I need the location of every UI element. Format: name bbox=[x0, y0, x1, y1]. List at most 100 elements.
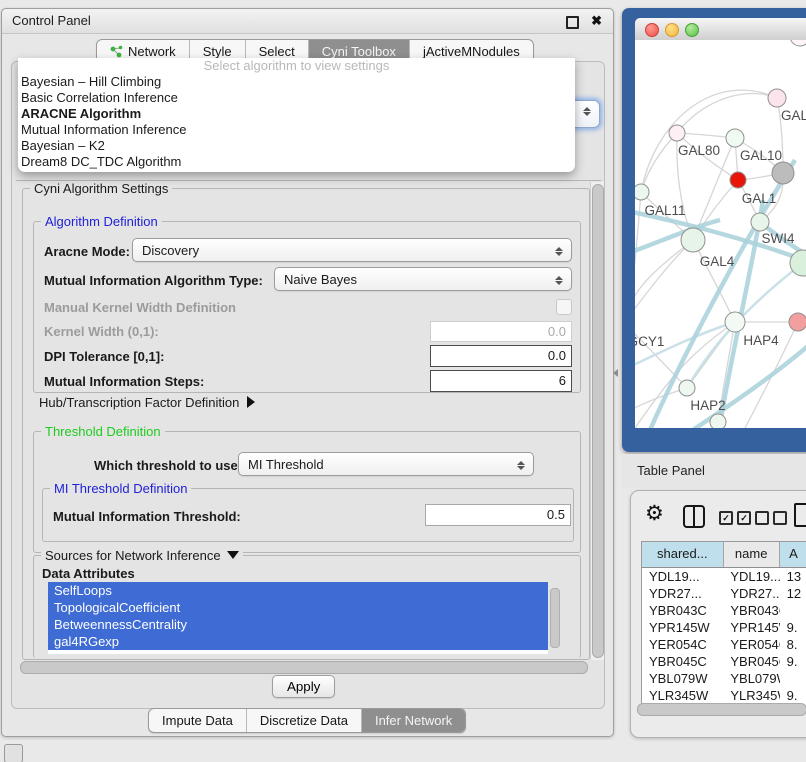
threshold-definition-title: Threshold Definition bbox=[41, 424, 165, 439]
network-node-gal10[interactable] bbox=[726, 129, 744, 147]
node-label: GAL bbox=[781, 108, 806, 123]
column-header[interactable]: name bbox=[724, 542, 780, 567]
network-node-hap2[interactable] bbox=[679, 380, 695, 396]
tab-infer-network[interactable]: Infer Network bbox=[361, 709, 465, 732]
table-cell: 12 bbox=[780, 585, 806, 602]
table-row[interactable]: YBR043CYBR043C bbox=[642, 602, 806, 619]
column-layout-icon[interactable] bbox=[683, 505, 705, 528]
algorithm-option[interactable]: Bayesian – K2 bbox=[18, 138, 575, 154]
export-table-icon[interactable] bbox=[794, 503, 806, 527]
mi-threshold-field[interactable]: 0.5 bbox=[425, 504, 571, 526]
attribute-item[interactable]: gal4RGexp bbox=[48, 633, 548, 650]
algorithm-option[interactable]: Bayesian – Hill Climbing bbox=[18, 74, 575, 90]
table-row[interactable]: YPR145WYPR145W9. bbox=[642, 619, 806, 636]
network-edge[interactable] bbox=[687, 263, 803, 388]
table-window: ⚙ ✓✓ shared...nameA YDL19...YDL19...13YD… bbox=[630, 490, 806, 738]
network-edge[interactable] bbox=[677, 93, 777, 133]
mi-steps-field[interactable]: 6 bbox=[430, 370, 572, 392]
network-node-gal1[interactable] bbox=[730, 172, 746, 188]
zoom-traffic-light[interactable] bbox=[685, 23, 699, 37]
table-cell: YDL19... bbox=[642, 568, 723, 585]
table-row[interactable]: YBL079WYBL079W bbox=[642, 670, 806, 687]
algorithm-option[interactable]: Mutual Information Inference bbox=[18, 122, 575, 138]
network-edge[interactable] bbox=[635, 220, 720, 255]
attribute-list-scrollbar[interactable] bbox=[550, 588, 560, 648]
table-cell: YBL079W bbox=[723, 670, 779, 687]
mi-threshold-group-title: MI Threshold Definition bbox=[50, 481, 191, 496]
network-node[interactable] bbox=[710, 414, 726, 428]
select-all-columns-icon[interactable]: ✓✓ bbox=[719, 511, 751, 525]
table-row[interactable]: YDR27...YDR27...12 bbox=[642, 585, 806, 602]
control-panel-titlebar: Control Panel ✖ bbox=[2, 9, 613, 34]
algorithm-option[interactable]: Dream8 DC_TDC Algorithm bbox=[18, 154, 575, 170]
dropdown-placeholder: Select algorithm to view settings bbox=[18, 58, 575, 74]
tab-discretize-data[interactable]: Discretize Data bbox=[246, 709, 361, 732]
splitter-collapse-icon[interactable] bbox=[613, 369, 618, 377]
node-label: GAL1 bbox=[742, 191, 777, 206]
network-node-hap4[interactable] bbox=[725, 312, 745, 332]
attribute-item[interactable]: SelfLoops bbox=[48, 582, 548, 599]
node-label: GAL11 bbox=[644, 203, 685, 218]
deselect-all-columns-icon[interactable] bbox=[755, 511, 787, 525]
network-node-gal80[interactable] bbox=[669, 125, 685, 141]
hub-definition-toggle[interactable]: Hub/Transcription Factor Definition bbox=[39, 395, 255, 410]
table-cell: YDR27... bbox=[642, 585, 723, 602]
kernel-width-label: Kernel Width (0,1): bbox=[44, 324, 159, 339]
table-row[interactable]: YBR045CYBR045C9. bbox=[642, 653, 806, 670]
sources-group-title[interactable]: Sources for Network Inference bbox=[41, 548, 243, 563]
apply-button[interactable]: Apply bbox=[272, 675, 335, 698]
table-cell: 13 bbox=[780, 568, 806, 585]
network-edge[interactable] bbox=[690, 340, 806, 428]
settings-hscroll-thumb[interactable] bbox=[20, 661, 588, 674]
table-cell: 8. bbox=[780, 636, 806, 653]
combo-stepper-icon bbox=[583, 106, 592, 117]
network-node-gal[interactable] bbox=[768, 89, 786, 107]
settings-vscroll-track bbox=[590, 182, 604, 660]
float-window-icon[interactable] bbox=[566, 16, 579, 29]
mi-algorithm-type-select[interactable]: Naive Bayes bbox=[274, 267, 572, 291]
aracne-mode-select[interactable]: Discovery bbox=[132, 238, 572, 262]
tab-impute-data[interactable]: Impute Data bbox=[149, 709, 246, 732]
column-header[interactable]: shared... bbox=[642, 542, 724, 567]
network-edge[interactable] bbox=[693, 240, 735, 322]
network-edge[interactable] bbox=[641, 133, 677, 192]
network-node[interactable] bbox=[772, 162, 794, 184]
settings-vscroll-thumb[interactable] bbox=[592, 184, 604, 658]
attribute-item[interactable]: BetweennessCentrality bbox=[48, 616, 548, 633]
minimize-traffic-light[interactable] bbox=[665, 23, 679, 37]
manual-kernel-checkbox[interactable] bbox=[556, 299, 572, 315]
application-screen: Control Panel ✖ NetworkStyleSelectCyni T… bbox=[0, 0, 806, 762]
combo-stepper-icon bbox=[555, 275, 564, 286]
network-window-titlebar[interactable] bbox=[635, 18, 806, 41]
table-row[interactable]: YER054CYER054C8. bbox=[642, 636, 806, 653]
network-node-swi4[interactable] bbox=[751, 213, 769, 231]
kernel-width-field[interactable]: 0.0 bbox=[430, 321, 572, 342]
algorithm-option[interactable]: Basic Correlation Inference bbox=[18, 90, 575, 106]
attribute-item[interactable]: TopologicalCoefficient bbox=[48, 599, 548, 616]
dpi-tolerance-field[interactable]: 0.0 bbox=[430, 345, 572, 367]
network-canvas[interactable]: GALGAL80GAL10GAL1GAL11SWI4GAL4GCY1HAP4YH… bbox=[635, 40, 806, 428]
network-node-gal4[interactable] bbox=[681, 228, 705, 252]
close-traffic-light[interactable] bbox=[645, 23, 659, 37]
table-row[interactable]: YDL19...YDL19...13 bbox=[642, 568, 806, 585]
close-icon[interactable]: ✖ bbox=[591, 13, 602, 29]
gear-icon[interactable]: ⚙ bbox=[645, 503, 664, 525]
network-node[interactable] bbox=[790, 40, 806, 46]
which-threshold-select[interactable]: MI Threshold bbox=[238, 452, 534, 476]
network-edge[interactable] bbox=[635, 323, 687, 388]
sources-title-text: Sources for Network Inference bbox=[45, 548, 221, 563]
column-header[interactable]: A bbox=[780, 542, 806, 567]
network-node-y[interactable] bbox=[789, 313, 806, 331]
mi-threshold-definition-group: MI Threshold Definition Mutual Informati… bbox=[42, 488, 574, 542]
which-threshold-value: MI Threshold bbox=[248, 457, 324, 472]
table-hscroll-thumb[interactable] bbox=[637, 703, 806, 716]
table-row[interactable]: YLR345WYLR345W9. bbox=[642, 687, 806, 704]
network-node-gal11[interactable] bbox=[635, 184, 649, 200]
network-edge[interactable] bbox=[635, 240, 693, 323]
combo-stepper-icon bbox=[517, 460, 526, 471]
algorithm-option[interactable]: ARACNE Algorithm bbox=[18, 106, 575, 122]
collapsed-panel-icon[interactable] bbox=[4, 744, 23, 762]
network-edge[interactable] bbox=[635, 240, 693, 323]
which-threshold-label: Which threshold to use: bbox=[94, 458, 242, 473]
node-label: HAP4 bbox=[743, 333, 779, 348]
